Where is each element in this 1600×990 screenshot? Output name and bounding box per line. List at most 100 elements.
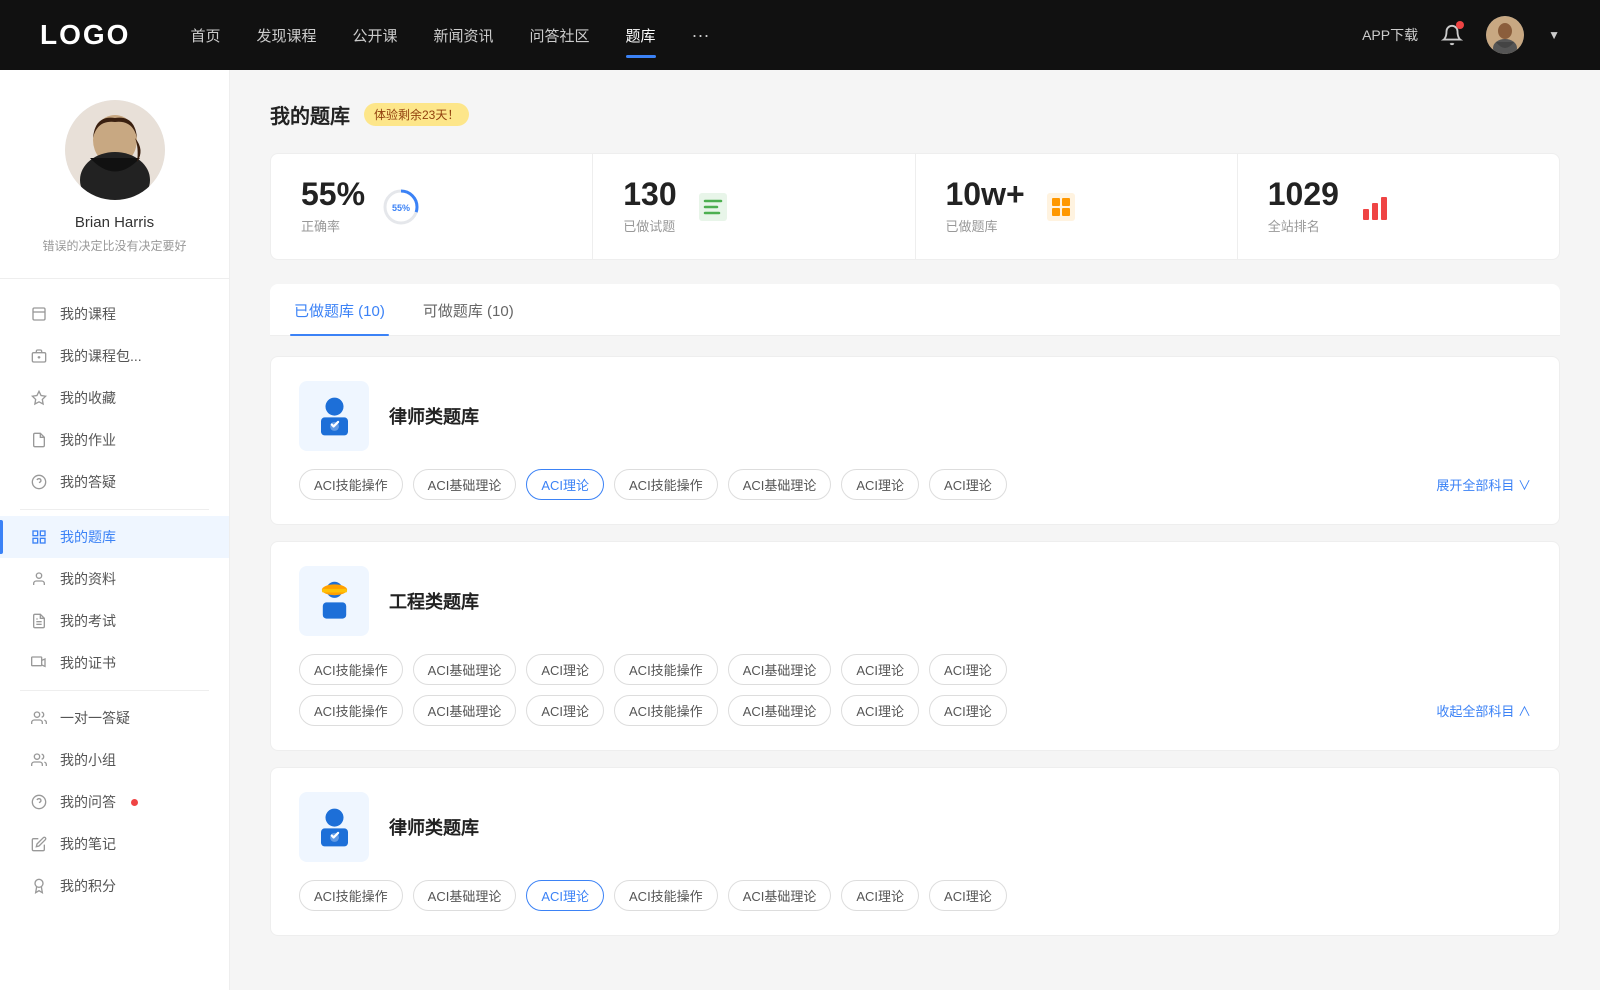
profile-name: Brian Harris: [20, 214, 209, 231]
group-icon: [30, 751, 48, 769]
tab-done-banks[interactable]: 已做题库 (10): [290, 284, 389, 335]
tag-item[interactable]: ACI技能操作: [299, 654, 403, 685]
qbank-2-icon: [299, 566, 369, 636]
sidebar-item-group[interactable]: 我的小组: [0, 739, 229, 781]
qbank-2-tags-row1: ACI技能操作 ACI基础理论 ACI理论 ACI技能操作 ACI基础理论 AC…: [299, 654, 1531, 685]
bar-chart-icon: [1355, 187, 1395, 227]
svg-text:55%: 55%: [392, 203, 410, 213]
tag-item[interactable]: ACI理论: [841, 469, 919, 500]
tag-item[interactable]: ACI技能操作: [299, 880, 403, 911]
stats-row: 55% 正确率 55% 130 已做试题: [270, 153, 1560, 260]
nav-news[interactable]: 新闻资讯: [434, 21, 494, 50]
star-icon: [30, 389, 48, 407]
points-label: 我的积分: [60, 876, 116, 896]
tag-item[interactable]: ACI基础理论: [413, 654, 517, 685]
stat-done-questions: 130 已做试题: [593, 154, 915, 259]
main-content: 我的题库 体验剩余23天！ 55% 正确率 55%: [230, 70, 1600, 990]
sidebar-item-one-on-one[interactable]: 一对一答疑: [0, 697, 229, 739]
nav-qbank[interactable]: 题库: [626, 21, 656, 50]
nav-open-course[interactable]: 公开课: [352, 21, 397, 50]
app-download-link[interactable]: APP下载: [1362, 25, 1418, 45]
qbank-3-title: 律师类题库: [389, 814, 479, 840]
qbank-2-tags-row2: ACI技能操作 ACI基础理论 ACI理论 ACI技能操作 ACI基础理论 AC…: [299, 695, 1531, 726]
sidebar-item-cert[interactable]: 我的证书: [0, 642, 229, 684]
sidebar-menu: 我的课程 我的课程包... 我的收藏 我的作业: [0, 279, 229, 921]
tag-item[interactable]: ACI基础理论: [413, 880, 517, 911]
profile-icon: [30, 570, 48, 588]
nav-more[interactable]: ···: [692, 25, 710, 46]
stat-done-b-value: 10w+: [946, 178, 1025, 210]
tag-item[interactable]: ACI基础理论: [728, 695, 832, 726]
tag-item[interactable]: ACI理论: [929, 469, 1007, 500]
expand-link-1[interactable]: 展开全部科目 ∨: [1436, 475, 1531, 494]
points-icon: [30, 877, 48, 895]
course-label: 我的课程: [60, 304, 116, 324]
sidebar-item-homework[interactable]: 我的作业: [0, 419, 229, 461]
qbank-2-title: 工程类题库: [389, 588, 479, 614]
qbank-card-3: 律师类题库 ACI技能操作 ACI基础理论 ACI理论 ACI技能操作 ACI基…: [270, 767, 1560, 936]
menu-divider-1: [20, 509, 209, 510]
tag-item[interactable]: ACI基础理论: [728, 654, 832, 685]
page-header: 我的题库 体验剩余23天！: [270, 100, 1560, 129]
collapse-link-2[interactable]: 收起全部科目 ∧: [1436, 701, 1531, 720]
tag-item[interactable]: ACI技能操作: [614, 469, 718, 500]
homework-icon: [30, 431, 48, 449]
sidebar-item-profile-data[interactable]: 我的资料: [0, 558, 229, 600]
sidebar-item-notes[interactable]: 我的笔记: [0, 823, 229, 865]
tag-item[interactable]: ACI基础理论: [413, 469, 517, 500]
tab-available-banks[interactable]: 可做题库 (10): [419, 284, 518, 335]
tag-item[interactable]: ACI技能操作: [299, 695, 403, 726]
nav-menu: 首页 发现课程 公开课 新闻资讯 问答社区 题库 ···: [190, 21, 1362, 50]
stat-accuracy-label: 正确率: [301, 216, 365, 235]
profile-motto: 错误的决定比没有决定要好: [20, 237, 209, 254]
user-dropdown-arrow[interactable]: ▼: [1548, 28, 1560, 42]
tag-item[interactable]: ACI技能操作: [299, 469, 403, 500]
tag-item[interactable]: ACI理论: [841, 880, 919, 911]
sidebar-item-course[interactable]: 我的课程: [0, 293, 229, 335]
tag-item[interactable]: ACI基础理论: [728, 469, 832, 500]
my-qa-label: 我的问答: [60, 792, 116, 812]
sidebar-item-qbank[interactable]: 我的题库: [0, 516, 229, 558]
tag-item-active[interactable]: ACI理论: [526, 469, 604, 500]
user-avatar[interactable]: [1486, 16, 1524, 54]
homework-label: 我的作业: [60, 430, 116, 450]
tag-item[interactable]: ACI基础理论: [728, 880, 832, 911]
qbank-card-2: 工程类题库 ACI技能操作 ACI基础理论 ACI理论 ACI技能操作 ACI基…: [270, 541, 1560, 751]
tag-item[interactable]: ACI技能操作: [614, 654, 718, 685]
tag-item[interactable]: ACI理论: [929, 880, 1007, 911]
course-icon: [30, 305, 48, 323]
tag-item[interactable]: ACI理论: [526, 654, 604, 685]
sidebar-item-exam[interactable]: 我的考试: [0, 600, 229, 642]
tag-item[interactable]: ACI技能操作: [614, 695, 718, 726]
exam-icon: [30, 612, 48, 630]
cert-label: 我的证书: [60, 653, 116, 673]
tag-item[interactable]: ACI理论: [841, 695, 919, 726]
qbank-icon: [30, 528, 48, 546]
tag-item[interactable]: ACI基础理论: [413, 695, 517, 726]
tag-item[interactable]: ACI理论: [929, 654, 1007, 685]
logo[interactable]: LOGO: [40, 19, 130, 51]
notes-icon: [30, 835, 48, 853]
stat-done-b-label: 已做题库: [946, 216, 1025, 235]
nav-discover[interactable]: 发现课程: [256, 21, 316, 50]
tag-item-active[interactable]: ACI理论: [526, 880, 604, 911]
sidebar-item-my-qa[interactable]: 我的问答: [0, 781, 229, 823]
sidebar-item-qa-mine[interactable]: 我的答疑: [0, 461, 229, 503]
sidebar: Brian Harris 错误的决定比没有决定要好 我的课程 我的课程包...: [0, 70, 230, 990]
tag-item[interactable]: ACI理论: [841, 654, 919, 685]
nav-qa[interactable]: 问答社区: [530, 21, 590, 50]
sidebar-item-favorites[interactable]: 我的收藏: [0, 377, 229, 419]
tag-item[interactable]: ACI理论: [929, 695, 1007, 726]
tag-item[interactable]: ACI理论: [526, 695, 604, 726]
notification-bell[interactable]: [1438, 21, 1466, 49]
notes-label: 我的笔记: [60, 834, 116, 854]
tag-item[interactable]: ACI技能操作: [614, 880, 718, 911]
sidebar-item-package[interactable]: 我的课程包...: [0, 335, 229, 377]
stat-rank-label: 全站排名: [1268, 216, 1339, 235]
favorites-label: 我的收藏: [60, 388, 116, 408]
qbank-1-icon: [299, 381, 369, 451]
tabs: 已做题库 (10) 可做题库 (10): [270, 284, 1560, 336]
sidebar-item-points[interactable]: 我的积分: [0, 865, 229, 907]
nav-home[interactable]: 首页: [190, 21, 220, 50]
grid-icon: [1041, 187, 1081, 227]
